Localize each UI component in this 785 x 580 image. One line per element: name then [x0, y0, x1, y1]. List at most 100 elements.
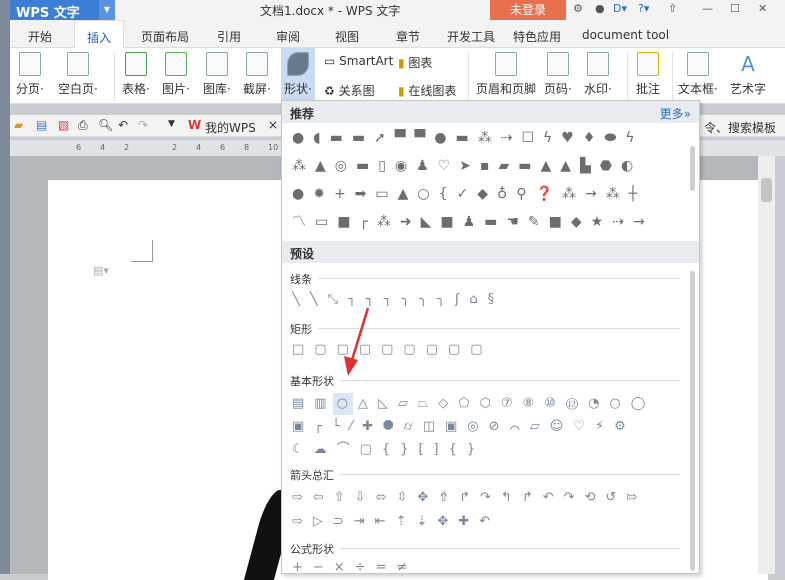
- print-icon[interactable]: ⎙: [78, 118, 88, 133]
- label: 页码·: [544, 82, 572, 96]
- recommended-shapes-row[interactable]: ●◖▬▬➚▀▀●▬⁂⇢☐ϟ♥♦⬬ϟ: [292, 127, 687, 149]
- ruler-tick-label: 4: [100, 143, 106, 152]
- section-heading-arrows: 箭头总汇: [290, 467, 690, 483]
- upload-icon[interactable]: ⇧: [668, 2, 677, 15]
- preview-icon[interactable]: 🔍︎: [98, 118, 113, 132]
- scroll-thumb[interactable]: [761, 178, 772, 202]
- shapes-icon: [286, 52, 309, 76]
- label: 文本框·: [678, 82, 718, 96]
- section-label: 基本形状: [290, 375, 340, 388]
- basic-shapes-row[interactable]: ▤▥○△◺▱⏢◇⬠⬡⑦⑧⑩⑫◔○◯: [292, 393, 687, 415]
- page-number-button[interactable]: 页码·: [544, 52, 572, 97]
- chevron-down-icon[interactable]: ▼: [99, 0, 115, 20]
- tab-insert[interactable]: 插入: [74, 20, 125, 49]
- chart-icon: ▮: [398, 56, 409, 70]
- header-footer-icon: [495, 52, 517, 76]
- shapes-button[interactable]: 形状·: [281, 48, 315, 100]
- tab-document-tool[interactable]: document tool: [582, 28, 669, 42]
- tab-page-layout[interactable]: 页面布局: [141, 28, 189, 45]
- comment-button[interactable]: 批注: [636, 52, 660, 97]
- tab-references[interactable]: 引用: [217, 28, 241, 45]
- ruler-tick-label: 4: [196, 143, 202, 152]
- pdf-icon[interactable]: ▧: [58, 118, 69, 132]
- picture-button[interactable]: 图片·: [162, 52, 190, 97]
- customize-dropdown-icon[interactable]: ▼: [168, 119, 175, 129]
- watermark-button[interactable]: 水印·: [584, 52, 612, 97]
- chart-button[interactable]: ▮ 图表: [398, 54, 432, 71]
- tab-view[interactable]: 视图: [335, 28, 359, 45]
- login-button[interactable]: 未登录: [490, 0, 566, 20]
- margin-corner-mark: [131, 240, 153, 262]
- smartart-icon: ▭: [324, 54, 340, 68]
- settings-icon[interactable]: ●: [595, 2, 605, 15]
- recommended-scrollbar[interactable]: [690, 146, 695, 191]
- scissors-icon: [245, 52, 268, 76]
- presets-header: 预设: [282, 241, 699, 263]
- recommended-label: 推荐: [290, 107, 315, 121]
- recommended-header: 推荐 更多»: [282, 101, 699, 123]
- minimize-button[interactable]: —: [702, 2, 713, 15]
- online-chart-icon: ▮: [398, 84, 409, 98]
- arrow-shapes-row[interactable]: ⇨▷⊃⇥⇤⇡⇣✥✚↶: [292, 511, 687, 533]
- app-name: WPS 文字: [16, 6, 80, 21]
- save-icon[interactable]: ▤: [36, 118, 47, 132]
- ruler-tick-label: 8: [244, 143, 250, 152]
- label: 分页·: [16, 82, 44, 96]
- recommended-shapes-row[interactable]: ●✹+➡▭▲○{✓◆♁⚲❓⁂→⁂┼: [292, 183, 687, 205]
- textbox-button[interactable]: 文本框·: [678, 52, 718, 97]
- ruler-tick-label: 6: [76, 143, 82, 152]
- blank-page-icon: [66, 52, 89, 76]
- page-break-button[interactable]: 分页·: [16, 52, 44, 97]
- tab-review[interactable]: 审阅: [276, 28, 300, 45]
- label: 图片·: [162, 82, 190, 96]
- relation-chart-button[interactable]: ♻ 关系图: [324, 82, 375, 99]
- docer-icon[interactable]: D▾: [613, 2, 627, 15]
- vertical-scrollbar[interactable]: [758, 156, 775, 574]
- search-templates[interactable]: 令、搜索模板: [704, 119, 776, 136]
- background-window-edge: [0, 0, 10, 574]
- arrow-shapes-row[interactable]: ⇨⇦⇧⇩⬄⇳✥⇮↱↷↰↱↶↷⟲↺⇰: [292, 487, 687, 509]
- section-label: 矩形: [290, 323, 318, 336]
- recommended-shapes-row[interactable]: ⁂▲◎▬▯◉♟♡➤▪▰▬▲▲▙⬣◐: [292, 155, 687, 177]
- skin-icon[interactable]: ⚙: [573, 2, 583, 15]
- more-link[interactable]: 更多»: [660, 105, 691, 122]
- recommended-shapes-row[interactable]: 〽▭■┌⁂➜◣■♟▬☚✎■◆★⇢→: [292, 211, 687, 233]
- label: 艺术字: [730, 82, 767, 96]
- screenshot-button[interactable]: 截屏·: [243, 52, 271, 97]
- blank-page-button[interactable]: 空白页·: [58, 52, 98, 97]
- smartart-button[interactable]: ▭ SmartArt: [324, 54, 393, 68]
- wps-logo-icon: W: [188, 118, 202, 132]
- tab-home[interactable]: 开始: [28, 28, 52, 45]
- basic-shapes-row[interactable]: ☾☁⌒▢{}[]{}: [292, 439, 687, 461]
- redo-icon[interactable]: ↷: [138, 118, 148, 132]
- app-menu-button[interactable]: WPS 文字 ▼: [10, 0, 115, 21]
- basic-shapes-row[interactable]: ▣┌└⁄✚⯃⌭◫▣◎⊘⌒▱☺♡⚡⚙: [292, 416, 687, 438]
- my-wps-tab[interactable]: 我的WPS: [205, 119, 256, 136]
- formula-shapes-row[interactable]: +−×÷=≠: [292, 557, 687, 579]
- wordart-button[interactable]: A 艺术字: [730, 52, 766, 97]
- paste-options-icon[interactable]: ▤▾: [93, 264, 109, 277]
- tab-special[interactable]: 特色应用: [513, 28, 561, 45]
- tab-developer[interactable]: 开发工具: [447, 28, 495, 45]
- close-button[interactable]: ✕: [758, 2, 767, 15]
- divider: [627, 52, 628, 100]
- label: 截屏·: [243, 82, 271, 96]
- page-break-icon: [18, 52, 41, 76]
- online-chart-button[interactable]: ▮ 在线图表: [398, 82, 456, 99]
- label: 在线图表: [408, 84, 457, 98]
- label: 页眉和页脚: [476, 82, 537, 96]
- page-number-icon: [546, 52, 569, 76]
- table-button[interactable]: 表格·: [122, 52, 150, 97]
- close-tab-button[interactable]: ×: [268, 118, 278, 132]
- header-footer-button[interactable]: 页眉和页脚: [476, 52, 536, 97]
- open-icon[interactable]: ▰: [14, 118, 23, 132]
- comment-icon: [637, 52, 659, 76]
- maximize-button[interactable]: ☐: [730, 2, 740, 15]
- presets-scrollbar[interactable]: [690, 271, 695, 571]
- tab-section[interactable]: 章节: [396, 28, 420, 45]
- presets-label: 预设: [290, 247, 315, 261]
- section-label: 箭头总汇: [290, 469, 340, 482]
- help-icon[interactable]: ?▾: [638, 2, 649, 15]
- gallery-button[interactable]: 图库·: [203, 52, 231, 97]
- undo-icon[interactable]: ↶: [118, 118, 128, 132]
